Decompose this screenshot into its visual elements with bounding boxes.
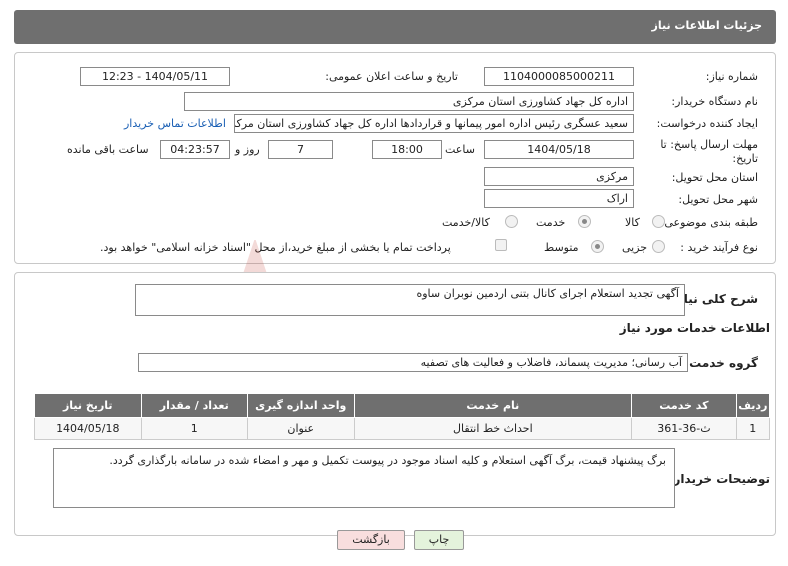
payment-note: پرداخت تمام یا بخشی از مبلغ خرید،از محل … [100,241,451,254]
cell-service-name: احداث خط انتقال [353,417,633,440]
services-section-title: اطلاعات خدمات مورد نیاز [619,321,770,335]
creator-field: سعید عسگری رئیس اداره امور پیمانها و قرا… [234,114,634,133]
col-quantity: تعداد / مقدار [140,393,249,418]
buyer-notes-field: برگ پیشنهاد قیمت، برگ آگهی استعلام و کلی… [53,448,675,508]
remaining-time-field: 04:23:57 [160,140,230,159]
category-label: طبقه بندی موضوعی: [660,216,758,229]
province-label: استان محل تحویل: [671,171,758,184]
buyer-org-label: نام دستگاه خریدار: [671,95,758,108]
service-group-label: گروه خدمت: [684,356,758,370]
summary-field: آگهی تجدید استعلام اجرای کانال بتنی اردم… [135,284,685,316]
page-title: جزئیات اطلاعات نیاز [651,19,763,32]
col-service-name: نام خدمت [353,393,633,418]
need-number-label: شماره نیاز: [705,70,758,83]
deadline-label: مهلت ارسال پاسخ: تا تاریخ: [660,138,758,165]
cell-need-date: 1404/05/18 [34,417,142,440]
days-field: 7 [268,140,333,159]
buyer-org-field: اداره کل جهاد کشاورزی استان مرکزی [184,92,634,111]
cell-service-code: ث-36-361 [631,417,737,440]
cell-quantity: 1 [140,417,249,440]
process-radio-minor[interactable] [652,240,665,253]
creator-label: ایجاد کننده درخواست: [656,117,758,130]
col-unit: واحد اندازه گیری [247,393,355,418]
payment-checkbox[interactable] [495,239,507,251]
print-button[interactable]: چاپ [414,530,464,550]
announce-label: تاریخ و ساعت اعلان عمومی: [325,70,458,83]
deadline-date-field: 1404/05/18 [484,140,634,159]
province-field: مرکزی [484,167,634,186]
need-number-field: 1104000085000211 [484,67,634,86]
col-need-date: تاریخ نیاز [34,393,142,418]
col-row: ردیف [735,393,771,418]
service-group-field: آب رسانی؛ مدیریت پسماند، فاضلاب و فعالیت… [138,353,688,372]
category-radio-goods-service[interactable] [505,215,518,228]
cell-unit: عنوان [247,417,355,440]
process-option-minor: جزیی [622,241,648,254]
table-row: 1 ث-36-361 احداث خط انتقال عنوان 1 1404/… [34,417,771,440]
category-option-service: خدمت [536,216,566,229]
deadline-time-field: 18:00 [372,140,442,159]
city-field: اراک [484,189,634,208]
deadline-time-label: ساعت [445,143,475,156]
days-label: روز و [235,143,260,156]
page-header: جزئیات اطلاعات نیاز [14,10,776,44]
category-option-goods-service: کالا/خدمت [442,216,490,229]
services-table-header: ردیف کد خدمت نام خدمت واحد اندازه گیری ت… [34,393,771,418]
category-option-goods: کالا [625,216,640,229]
process-label: نوع فرآیند خرید : [680,241,758,254]
contact-info-link[interactable]: اطلاعات تماس خریدار [124,117,226,130]
city-label: شهر محل تحویل: [678,193,758,206]
category-radio-service[interactable] [578,215,591,228]
back-button[interactable]: بازگشت [337,530,405,550]
announce-field: 1404/05/11 - 12:23 [80,67,230,86]
services-table: ردیف کد خدمت نام خدمت واحد اندازه گیری ت… [34,393,771,440]
category-radio-goods[interactable] [652,215,665,228]
col-service-code: کد خدمت [631,393,737,418]
cell-row: 1 [735,417,771,440]
process-option-medium: متوسط [544,241,579,254]
process-radio-medium[interactable] [591,240,604,253]
remaining-label: ساعت باقی مانده [67,143,149,156]
buyer-notes-label: توضیحات خریدار: [668,472,770,486]
